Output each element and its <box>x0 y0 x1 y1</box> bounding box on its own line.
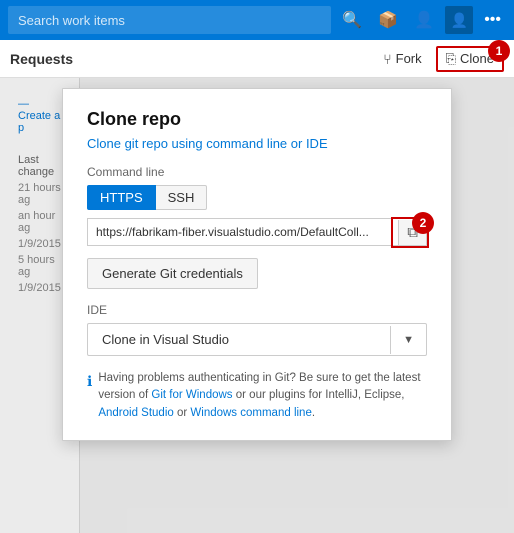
clone-icon: ⎘ <box>446 51 456 67</box>
info-text: Having problems authenticating in Git? B… <box>98 370 427 422</box>
fork-button[interactable]: ⑂ Fork <box>375 47 429 71</box>
git-windows-link[interactable]: Git for Windows <box>151 389 232 401</box>
repo-url: https://fabrikam-fiber.visualstudio.com/… <box>88 219 398 245</box>
protocol-tabs: HTTPS SSH <box>87 185 427 210</box>
modal-overlay: Clone repo Clone git repo using command … <box>0 78 514 533</box>
clone-modal: Clone repo Clone git repo using command … <box>62 88 452 441</box>
tab-ssh[interactable]: SSH <box>156 185 208 210</box>
search-input[interactable] <box>8 6 331 34</box>
clone-vs-chevron[interactable]: ▼ <box>390 326 426 354</box>
top-bar: 🔍 📦 👤 👤 ••• <box>0 0 514 40</box>
modal-title: Clone repo <box>87 109 427 130</box>
url-row: https://fabrikam-fiber.visualstudio.com/… <box>87 218 427 246</box>
page-title: Requests <box>10 51 73 67</box>
tab-https[interactable]: HTTPS <box>87 185 156 210</box>
sub-bar-actions: ⑂ Fork ⎘ Clone 1 <box>375 46 504 72</box>
command-section-label: Command line <box>87 165 427 179</box>
windows-cli-link[interactable]: Windows command line <box>190 407 311 419</box>
generate-credentials-button[interactable]: Generate Git credentials <box>87 258 258 289</box>
search-icon[interactable]: 🔍 <box>337 6 367 34</box>
fork-icon: ⑂ <box>383 51 391 67</box>
inbox-icon[interactable]: 📦 <box>373 6 403 34</box>
avatar[interactable]: 👤 <box>445 6 473 34</box>
people-icon[interactable]: 👤 <box>409 6 439 34</box>
android-studio-link[interactable]: Android Studio <box>98 407 173 419</box>
more-icon[interactable]: ••• <box>479 7 506 33</box>
clone-badge: 1 <box>488 40 510 62</box>
fork-label: Fork <box>396 51 422 66</box>
modal-subtitle: Clone git repo using command line or IDE <box>87 136 427 151</box>
clone-vs-row: Clone in Visual Studio ▼ <box>87 323 427 356</box>
info-icon: ℹ <box>87 371 92 392</box>
sub-bar: Requests ⑂ Fork ⎘ Clone 1 <box>0 40 514 78</box>
clone-in-vs-button[interactable]: Clone in Visual Studio <box>88 324 390 355</box>
main-area: — Create a p Last change 21 hours ag an … <box>0 78 514 533</box>
info-box: ℹ Having problems authenticating in Git?… <box>87 370 427 422</box>
ide-section-label: IDE <box>87 303 427 317</box>
copy-badge: 2 <box>412 212 434 234</box>
